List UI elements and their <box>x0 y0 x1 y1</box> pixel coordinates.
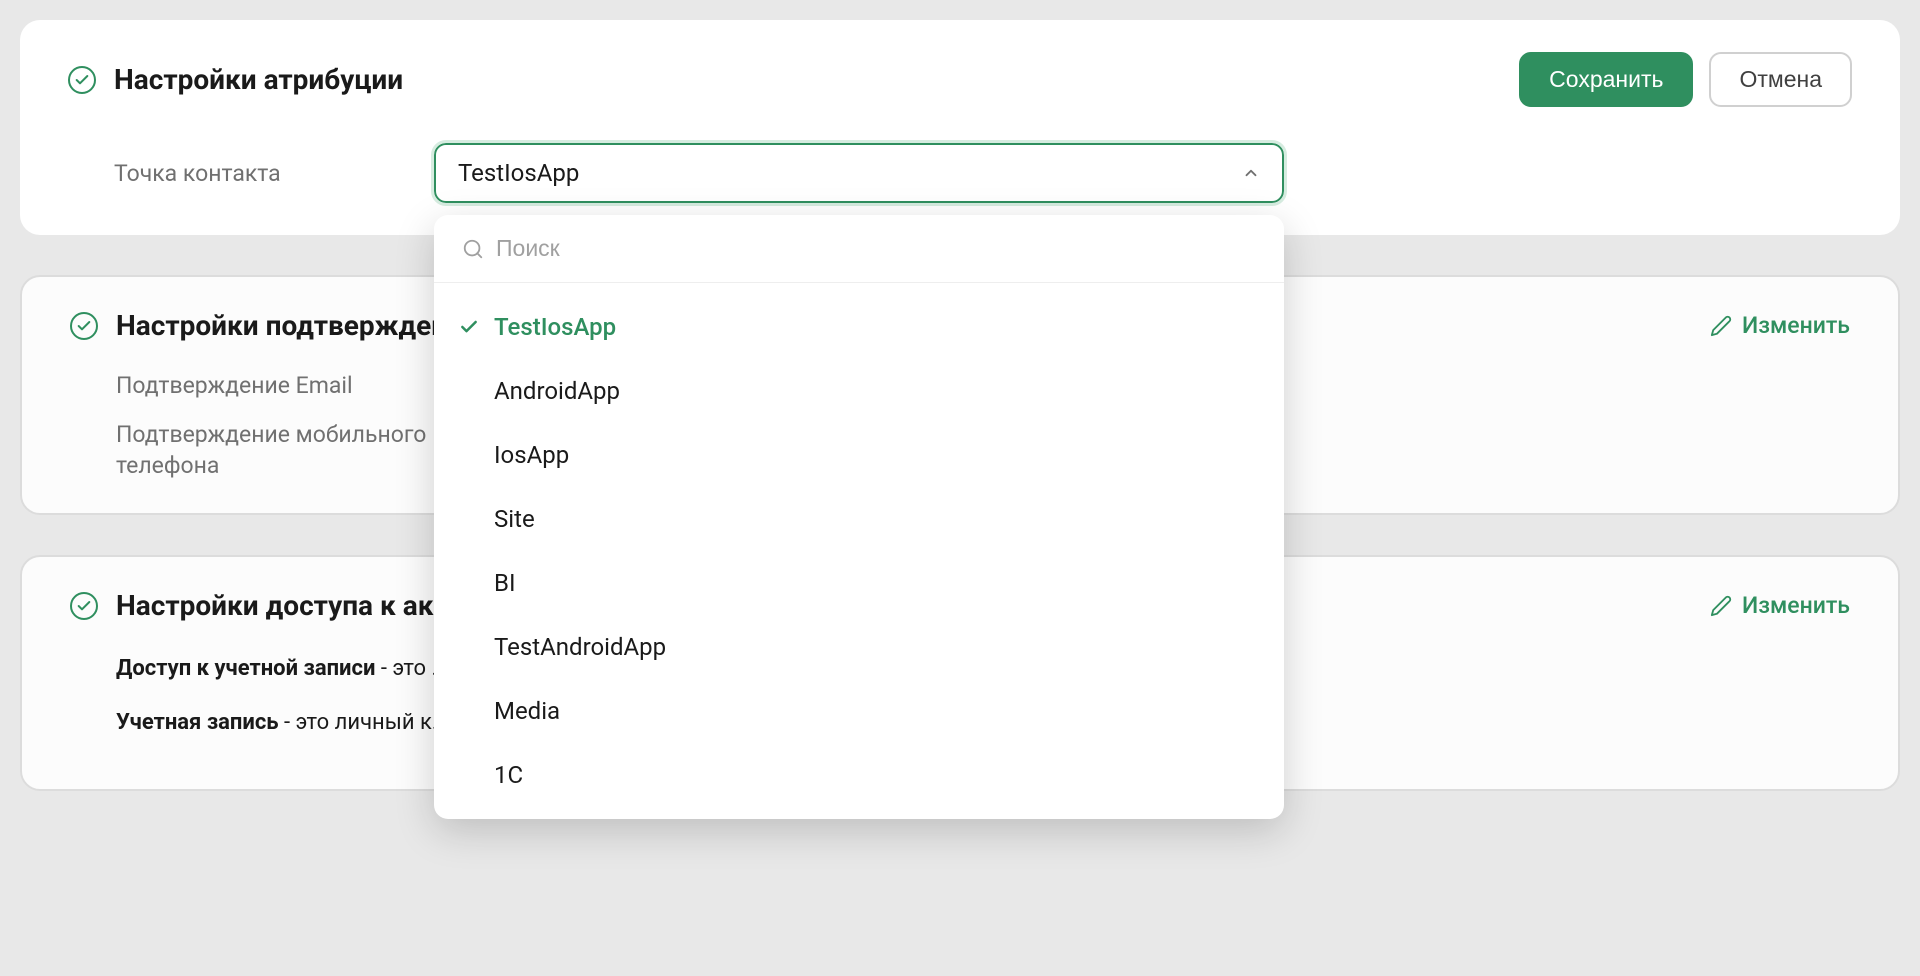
confirmation-edit-button[interactable]: Изменить <box>1710 312 1850 339</box>
dropdown-option[interactable]: Media <box>434 679 1284 743</box>
access-desc2-strong: Учетная запись <box>116 710 279 735</box>
dropdown-option[interactable]: 1C <box>434 743 1284 807</box>
contact-point-label: Точка контакта <box>114 160 394 187</box>
contact-point-select-wrap: TestIosApp TestIosAppAndroidAppIosAppSit… <box>434 143 1284 203</box>
dropdown-search-input[interactable] <box>496 235 1256 262</box>
contact-point-dropdown: TestIosApp AndroidApp IosApp Site BI TestAndr… <box>434 215 1284 819</box>
dropdown-list[interactable]: TestIosApp AndroidApp IosApp Site BI TestAndr… <box>434 283 1284 819</box>
check-icon <box>458 317 480 337</box>
access-edit-label: Изменить <box>1742 592 1850 619</box>
dropdown-option[interactable]: BI <box>434 551 1284 615</box>
check-circle-icon <box>68 66 96 94</box>
dropdown-option-label: Media <box>494 697 560 725</box>
confirmation-title: Настройки подтвержден <box>116 309 447 342</box>
dropdown-option-label: IosApp <box>494 441 569 469</box>
attribution-settings-card: Настройки атрибуции Сохранить Отмена Точ… <box>20 20 1900 235</box>
search-icon <box>462 238 484 260</box>
check-circle-icon <box>70 312 98 340</box>
attribution-title-group: Настройки атрибуции <box>68 63 403 96</box>
dropdown-option-label: AndroidApp <box>494 377 620 405</box>
confirmation-title-group: Настройки подтвержден <box>70 309 447 342</box>
contact-point-value: TestIosApp <box>458 159 579 187</box>
dropdown-option[interactable]: TestIosApp <box>434 295 1284 359</box>
dropdown-option-label: TestIosApp <box>494 313 616 341</box>
confirmation-item-email: Подтверждение Email <box>116 370 436 401</box>
access-desc1-strong: Доступ к учетной записи <box>116 656 375 681</box>
attribution-title: Настройки атрибуции <box>114 63 403 96</box>
dropdown-search <box>434 215 1284 283</box>
contact-point-row: Точка контакта TestIosApp TestIosAppAndr… <box>68 143 1852 203</box>
check-circle-icon <box>70 592 98 620</box>
pencil-icon <box>1710 315 1732 337</box>
dropdown-option-label: TestAndroidApp <box>494 633 666 661</box>
save-button[interactable]: Сохранить <box>1519 52 1693 107</box>
confirmation-edit-label: Изменить <box>1742 312 1850 339</box>
attribution-header: Настройки атрибуции Сохранить Отмена <box>68 52 1852 107</box>
access-title: Настройки доступа к акк <box>116 589 449 622</box>
confirmation-item-phone: Подтверждение мобильного телефона <box>116 419 436 481</box>
access-title-group: Настройки доступа к акк <box>70 589 449 622</box>
dropdown-option[interactable]: IosApp <box>434 423 1284 487</box>
dropdown-option-label: 1C <box>494 761 523 789</box>
pencil-icon <box>1710 595 1732 617</box>
dropdown-option[interactable]: AndroidApp <box>434 359 1284 423</box>
chevron-up-icon <box>1242 164 1260 182</box>
cancel-button[interactable]: Отмена <box>1709 52 1852 107</box>
dropdown-option[interactable]: Site <box>434 487 1284 551</box>
dropdown-option-label: BI <box>494 569 515 597</box>
access-edit-button[interactable]: Изменить <box>1710 592 1850 619</box>
dropdown-option[interactable]: TestAndroidApp <box>434 615 1284 679</box>
attribution-actions: Сохранить Отмена <box>1519 52 1852 107</box>
dropdown-option-label: Site <box>494 505 535 533</box>
contact-point-select[interactable]: TestIosApp <box>434 143 1284 203</box>
